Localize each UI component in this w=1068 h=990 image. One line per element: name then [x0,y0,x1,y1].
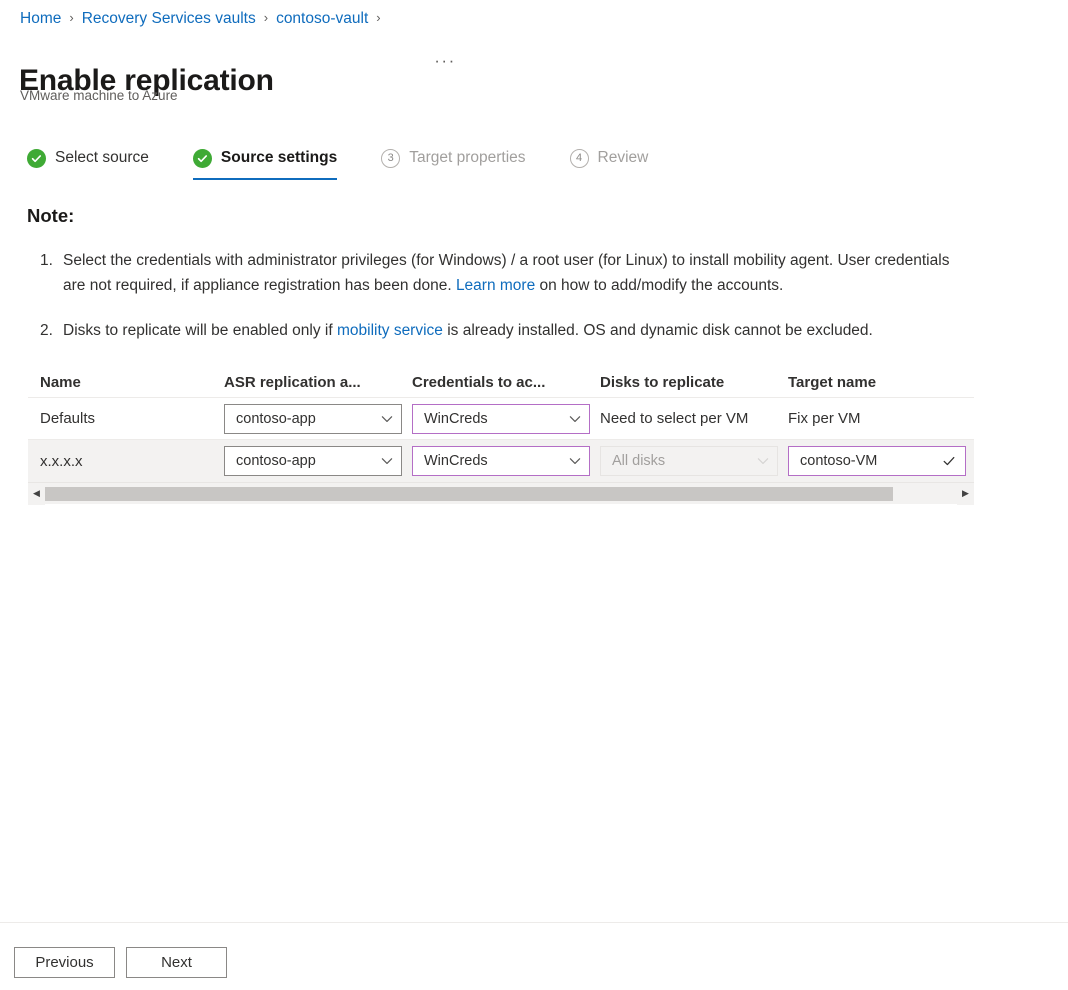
scroll-left-arrow-icon[interactable]: ◀ [28,482,45,505]
asr-appliance-dropdown-vm[interactable]: contoso-app [224,446,402,476]
learn-more-link[interactable]: Learn more [456,277,535,294]
target-name-input-vm[interactable]: contoso-VM [788,446,966,476]
wizard-step-select-source[interactable]: Select source [27,148,149,181]
target-name-value: contoso-VM [800,453,878,469]
credentials-dropdown-defaults[interactable]: WinCreds [412,403,590,434]
disks-to-replicate-dropdown-vm: All disks [600,446,778,476]
breadcrumb-separator-icon: › [376,10,381,25]
asr-appliance-value: contoso-app [236,453,316,469]
table-row: Defaults contoso-app WinCreds Need to se [28,398,974,440]
wizard-step-target-properties[interactable]: 3 Target properties [381,148,526,181]
table-horizontal-scrollbar[interactable]: ◀ ▶ [28,482,974,505]
chevron-down-icon [567,453,583,469]
column-header-disks: Disks to replicate [600,374,725,391]
wizard-footer: Previous Next [14,947,227,978]
previous-button[interactable]: Previous [14,947,115,978]
table-header-row: Name ASR replication a... Credentials to… [28,362,974,398]
page-subtitle: VMware machine to Azure [20,88,178,103]
footer-divider [0,922,1068,923]
wizard-step-label: Source settings [220,149,338,166]
breadcrumb-separator-icon: › [69,10,74,25]
note-item-number: 2. [40,322,53,339]
column-header-target-name: Target name [788,374,877,391]
breadcrumb-item-contoso-vault[interactable]: contoso-vault [276,8,368,30]
wizard-step-source-settings[interactable]: Source settings [192,148,338,181]
check-circle-icon [27,148,46,168]
breadcrumb-item-home[interactable]: Home [20,8,61,30]
step-number-badge: 4 [569,148,589,168]
scroll-right-arrow-icon[interactable]: ▶ [957,482,974,505]
asr-appliance-dropdown-defaults[interactable]: contoso-app [224,403,402,434]
step-number-badge: 3 [381,148,401,168]
wizard-steps: Select source Source settings 3 Target p… [27,148,648,181]
wizard-step-label: Review [597,149,649,166]
disks-to-replicate-text: Need to select per VM [600,410,749,427]
scrollbar-track[interactable] [45,486,957,501]
row-name: x.x.x.x [40,452,83,470]
wizard-step-review[interactable]: 4 Review [569,148,649,181]
note-heading: Note: [27,205,75,226]
credentials-value: WinCreds [424,410,488,427]
more-options-icon[interactable]: ··· [432,50,458,72]
note-item-text-tail: is already installed. OS and dynamic dis… [442,322,873,339]
column-header-credentials: Credentials to ac... [412,374,546,391]
breadcrumb-separator-icon: › [263,10,269,25]
check-circle-icon [192,148,212,168]
step-active-underline [192,177,338,180]
mobility-service-link[interactable]: mobility service [337,322,443,339]
column-header-asr-appliance: ASR replication a... [224,374,361,391]
enable-replication-page: Home › Recovery Services vaults › contos… [0,0,1068,990]
next-button[interactable]: Next [126,947,227,978]
chevron-down-icon [379,411,395,427]
credentials-value: WinCreds [424,453,488,469]
chevron-down-icon [379,453,395,469]
checkmark-icon[interactable] [941,453,957,469]
chevron-down-icon [755,453,771,469]
row-name: Defaults [40,410,96,427]
note-item-1: 1. Select the credentials with administra… [27,248,967,298]
note-item-text: Disks to replicate will be enabled only … [63,322,337,339]
note-item-2: 2. Disks to replicate will be enabled onl… [27,318,967,343]
wizard-step-label: Target properties [409,149,526,166]
breadcrumb-item-recovery-services-vaults[interactable]: Recovery Services vaults [82,8,256,30]
table-row: x.x.x.x contoso-app WinCreds All disks c… [28,440,974,482]
note-list: 1. Select the credentials with administra… [27,248,967,343]
credentials-dropdown-vm[interactable]: WinCreds [412,446,590,476]
asr-appliance-value: contoso-app [236,410,316,427]
column-header-name: Name [40,374,81,391]
source-settings-table: Name ASR replication a... Credentials to… [28,362,974,505]
disks-value: All disks [612,453,666,469]
chevron-down-icon [567,411,583,427]
note-item-number: 1. [40,252,53,269]
breadcrumb: Home › Recovery Services vaults › contos… [20,8,389,30]
note-item-text-tail: on how to add/modify the accounts. [535,277,784,294]
scrollbar-thumb[interactable] [45,486,894,501]
wizard-step-label: Select source [55,149,149,166]
target-name-text: Fix per VM [788,410,861,427]
